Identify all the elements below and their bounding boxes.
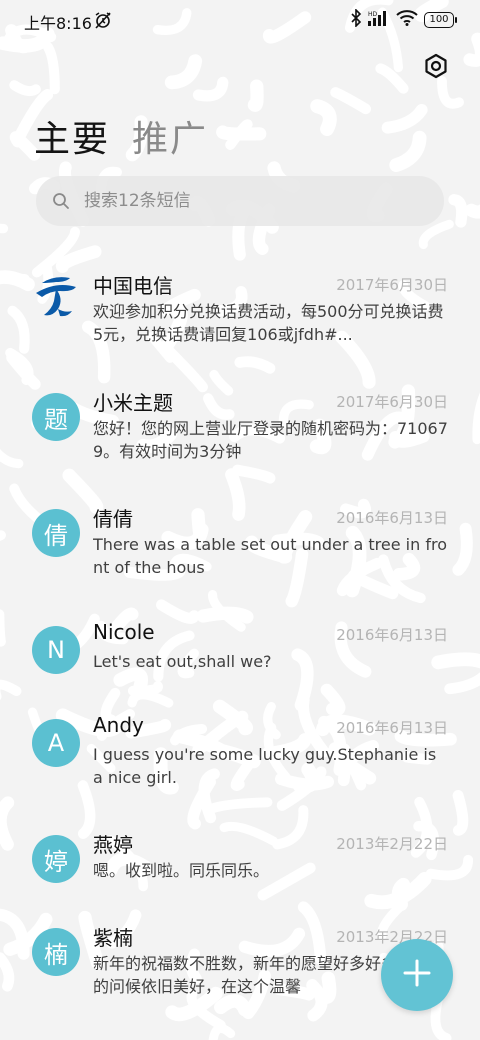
alarm-off-icon bbox=[94, 11, 112, 33]
contact-name: 小米主题 bbox=[93, 391, 173, 415]
avatar: 题 bbox=[32, 393, 80, 441]
gear-icon bbox=[423, 53, 449, 83]
signal-icon: HD bbox=[368, 10, 390, 30]
contact-name: Nicole bbox=[93, 620, 155, 644]
tab-main[interactable]: 主要 bbox=[34, 110, 110, 162]
avatar: 楠 bbox=[32, 928, 80, 976]
avatar: 倩 bbox=[32, 509, 80, 557]
contact-name: 紫楠 bbox=[93, 926, 133, 950]
plus-icon bbox=[402, 958, 432, 992]
contact-name: 倩倩 bbox=[93, 507, 133, 531]
message-preview: 嗯。收到啦。同乐同乐。 bbox=[93, 861, 270, 880]
message-preview: Let's eat out,shall we? bbox=[93, 652, 272, 671]
tab-promotions[interactable]: 推广 bbox=[132, 110, 208, 162]
conversation-item[interactable]: 题 小米主题 2017年6月30日 您好！您的网上营业厅登录的随机密码为：710… bbox=[0, 391, 480, 503]
message-date: 2016年6月13日 bbox=[336, 719, 448, 737]
search-bar[interactable] bbox=[36, 176, 444, 226]
china-telecom-logo-icon bbox=[32, 275, 80, 325]
new-message-button[interactable] bbox=[381, 939, 453, 1011]
contact-name: 中国电信 bbox=[93, 274, 173, 298]
message-date: 2017年6月30日 bbox=[336, 393, 448, 411]
message-date: 2013年2月22日 bbox=[336, 835, 448, 853]
svg-text:HD: HD bbox=[368, 11, 378, 18]
contact-name: Andy bbox=[93, 713, 144, 737]
bluetooth-icon bbox=[350, 8, 362, 31]
conversation-item[interactable]: 中国电信 2017年6月30日 欢迎参加积分兑换话费活动，每500分可兑换话费5… bbox=[0, 274, 480, 386]
avatar: A bbox=[32, 719, 80, 767]
battery-indicator: 100 bbox=[424, 12, 457, 28]
avatar bbox=[32, 276, 80, 324]
search-input[interactable] bbox=[82, 190, 426, 212]
status-bar: 上午8:16 HD 100 bbox=[0, 0, 480, 40]
message-date: 2016年6月13日 bbox=[336, 509, 448, 527]
wifi-icon bbox=[396, 10, 418, 30]
message-preview: I guess you're some lucky guy.Stephanie … bbox=[93, 745, 437, 787]
message-preview: 您好！您的网上营业厅登录的随机密码为：710679。有效时间为3分钟 bbox=[93, 419, 448, 461]
conversation-item[interactable]: A Andy 2016年6月13日 I guess you're some lu… bbox=[0, 713, 480, 829]
settings-button[interactable] bbox=[420, 52, 452, 84]
contact-name: 燕婷 bbox=[93, 833, 133, 857]
message-preview: There was a table set out under a tree i… bbox=[93, 535, 447, 577]
message-date: 2016年6月13日 bbox=[336, 626, 448, 644]
avatar: 婷 bbox=[32, 835, 80, 883]
conversation-item[interactable]: 倩 倩倩 2016年6月13日 There was a table set ou… bbox=[0, 507, 480, 619]
status-time: 上午8:16 bbox=[24, 14, 92, 33]
message-date: 2017年6月30日 bbox=[336, 276, 448, 294]
message-preview: 欢迎参加积分兑换话费活动，每500分可兑换话费5元，兑换话费请回复106或jfd… bbox=[93, 302, 444, 344]
search-icon bbox=[50, 190, 72, 212]
avatar: N bbox=[32, 626, 80, 674]
